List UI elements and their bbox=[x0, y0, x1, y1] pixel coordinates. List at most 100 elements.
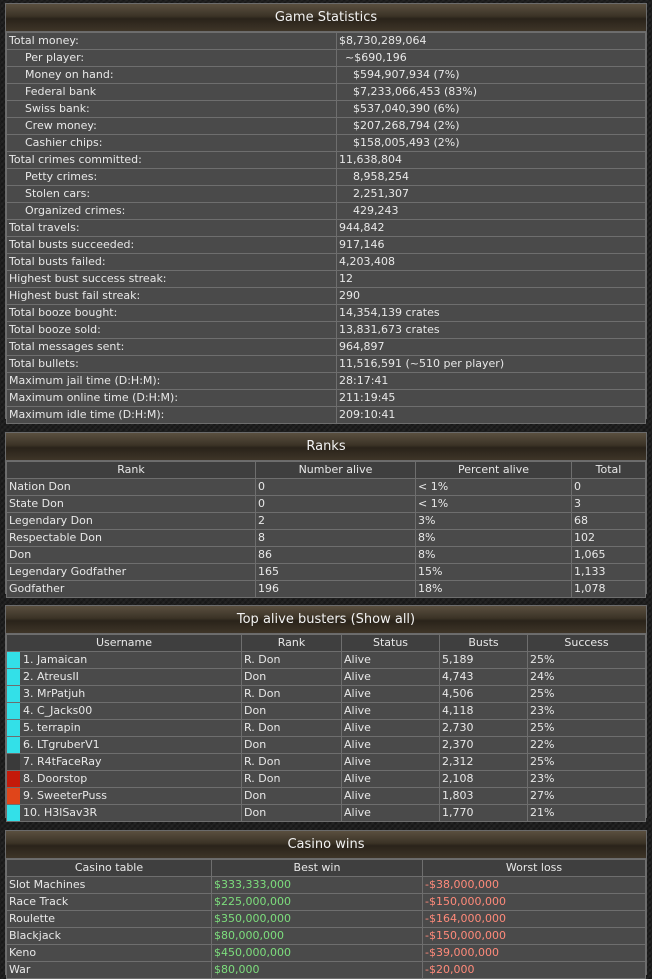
stat-value: 211:19:45 bbox=[336, 389, 646, 407]
rank-cell: Legendary Don bbox=[6, 512, 256, 530]
buster-success-cell: 25% bbox=[527, 685, 646, 703]
casino-table-name: Blackjack bbox=[6, 927, 212, 945]
buster-busts-cell: 2,108 bbox=[439, 770, 528, 788]
casino-best-win: $80,000 bbox=[211, 961, 423, 979]
buster-username-link[interactable]: 4. C_Jacks00 bbox=[20, 704, 92, 717]
buster-busts-cell: 4,118 bbox=[439, 702, 528, 720]
buster-rank-cell: Don bbox=[241, 702, 342, 720]
stat-label: Per player: bbox=[6, 49, 337, 67]
buster-username-cell: 2. AtreusII bbox=[6, 668, 242, 686]
buster-username-link[interactable]: 2. AtreusII bbox=[20, 670, 79, 683]
status-color-swatch bbox=[7, 720, 20, 736]
ranks-header-row: Rank Number alive Percent alive Total bbox=[6, 461, 646, 479]
rank-cell: 0 bbox=[571, 478, 646, 496]
rank-cell: Godfather bbox=[6, 580, 256, 598]
ranks-column-header: Rank bbox=[6, 461, 256, 479]
buster-rank-cell: R. Don bbox=[241, 651, 342, 669]
rank-cell: 102 bbox=[571, 529, 646, 547]
stat-label: Highest bust success streak: bbox=[6, 270, 337, 288]
stat-value: 2,251,307 bbox=[336, 185, 646, 203]
stat-row: Total travels: 944,842 bbox=[6, 219, 646, 237]
casino-best-win: $350,000,000 bbox=[211, 910, 423, 928]
status-color-swatch bbox=[7, 788, 20, 804]
stat-label: Crew money: bbox=[6, 117, 337, 135]
stat-label: Total messages sent: bbox=[6, 338, 337, 356]
stat-value: 8,958,254 bbox=[336, 168, 646, 186]
buster-row: 1. Jamaican R. Don Alive 5,189 25% bbox=[6, 651, 646, 669]
buster-success-cell: 25% bbox=[527, 753, 646, 771]
rank-cell: Respectable Don bbox=[6, 529, 256, 547]
buster-rank-cell: R. Don bbox=[241, 753, 342, 771]
casino-best-win: $225,000,000 bbox=[211, 893, 423, 911]
rank-row: State Don 0 < 1% 3 bbox=[6, 495, 646, 513]
buster-username-cell: 4. C_Jacks00 bbox=[6, 702, 242, 720]
rank-row: Godfather 196 18% 1,078 bbox=[6, 580, 646, 598]
stat-row: Organized crimes: 429,243 bbox=[6, 202, 646, 220]
casino-worst-loss: -$150,000,000 bbox=[422, 927, 646, 945]
buster-username-link[interactable]: 9. SweeterPuss bbox=[20, 789, 107, 802]
busters-column-header: Busts bbox=[439, 634, 528, 652]
buster-username-cell: 5. terrapin bbox=[6, 719, 242, 737]
rank-row: Legendary Don 2 3% 68 bbox=[6, 512, 646, 530]
status-color-swatch bbox=[7, 652, 20, 668]
buster-busts-cell: 2,312 bbox=[439, 753, 528, 771]
buster-success-cell: 25% bbox=[527, 651, 646, 669]
stat-row: Total messages sent: 964,897 bbox=[6, 338, 646, 356]
rank-cell: Nation Don bbox=[6, 478, 256, 496]
buster-username-link[interactable]: 10. H3lSav3R bbox=[20, 806, 97, 819]
buster-rank-cell: Don bbox=[241, 736, 342, 754]
stat-label: Stolen cars: bbox=[6, 185, 337, 203]
rank-cell: Legendary Godfather bbox=[6, 563, 256, 581]
buster-username-link[interactable]: 7. R4tFaceRay bbox=[20, 755, 101, 768]
rank-cell: 3 bbox=[571, 495, 646, 513]
buster-rank-cell: Don bbox=[241, 787, 342, 805]
stat-label: Total booze bought: bbox=[6, 304, 337, 322]
buster-row: 3. MrPatjuh R. Don Alive 4,506 25% bbox=[6, 685, 646, 703]
casino-table: Casino table Best win Worst loss Slot Mach… bbox=[6, 859, 646, 979]
stat-label: Total busts failed: bbox=[6, 253, 337, 271]
stat-value: 14,354,139 crates bbox=[336, 304, 646, 322]
buster-username-link[interactable]: 8. Doorstop bbox=[20, 772, 87, 785]
buster-rank-cell: R. Don bbox=[241, 770, 342, 788]
casino-table-name: Slot Machines bbox=[6, 876, 212, 894]
stat-row: Total booze bought: 14,354,139 crates bbox=[6, 304, 646, 322]
game-statistics-table: Total money: $8,730,289,064 Per player: ~$6… bbox=[6, 32, 646, 424]
buster-username-link[interactable]: 3. MrPatjuh bbox=[20, 687, 85, 700]
stat-label: Money on hand: bbox=[6, 66, 337, 84]
stat-row: Money on hand: $594,907,934 (7%) bbox=[6, 66, 646, 84]
stat-label: Total busts succeeded: bbox=[6, 236, 337, 254]
buster-row: 6. LTgruberV1 Don Alive 2,370 22% bbox=[6, 736, 646, 754]
stat-value: $537,040,390 (6%) bbox=[336, 100, 646, 118]
buster-status-cell: Alive bbox=[341, 787, 440, 805]
buster-username-link[interactable]: 1. Jamaican bbox=[20, 653, 87, 666]
buster-busts-cell: 4,506 bbox=[439, 685, 528, 703]
status-color-swatch bbox=[7, 754, 20, 770]
casino-table-name: Keno bbox=[6, 944, 212, 962]
buster-username-cell: 9. SweeterPuss bbox=[6, 787, 242, 805]
busters-column-header: Rank bbox=[241, 634, 342, 652]
buster-username-link[interactable]: 6. LTgruberV1 bbox=[20, 738, 100, 751]
stat-row: Total bullets: 11,516,591 (~510 per playe… bbox=[6, 355, 646, 373]
rank-cell: Don bbox=[6, 546, 256, 564]
buster-username-link[interactable]: 5. terrapin bbox=[20, 721, 81, 734]
stat-value: $7,233,066,453 (83%) bbox=[336, 83, 646, 101]
stat-value: $207,268,794 (2%) bbox=[336, 117, 646, 135]
rank-cell: 2 bbox=[255, 512, 416, 530]
stat-value: 12 bbox=[336, 270, 646, 288]
stat-value: 11,516,591 (~510 per player) bbox=[336, 355, 646, 373]
rank-cell: < 1% bbox=[415, 478, 572, 496]
casino-worst-loss: -$164,000,000 bbox=[422, 910, 646, 928]
buster-success-cell: 23% bbox=[527, 702, 646, 720]
stat-row: Swiss bank: $537,040,390 (6%) bbox=[6, 100, 646, 118]
stat-value: 28:17:41 bbox=[336, 372, 646, 390]
rank-cell: 1,133 bbox=[571, 563, 646, 581]
buster-row: 2. AtreusII Don Alive 4,743 24% bbox=[6, 668, 646, 686]
busters-column-header: Username bbox=[6, 634, 242, 652]
stat-value: 917,146 bbox=[336, 236, 646, 254]
casino-row: Slot Machines $333,333,000 -$38,000,000 bbox=[6, 876, 646, 894]
rank-cell: 18% bbox=[415, 580, 572, 598]
busters-title[interactable]: Top alive busters (Show all) bbox=[6, 606, 646, 634]
stat-row: Per player: ~$690,196 bbox=[6, 49, 646, 67]
casino-panel: Casino wins Casino table Best win Worst lo… bbox=[5, 830, 647, 979]
rank-cell: 1,078 bbox=[571, 580, 646, 598]
